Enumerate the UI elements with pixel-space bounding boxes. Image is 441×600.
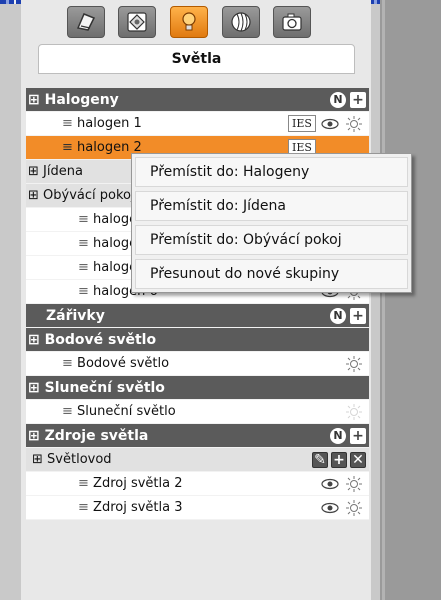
drag-handle-icon[interactable]: ≡	[78, 500, 89, 515]
delete-icon[interactable]: ✕	[350, 452, 366, 468]
new-icon[interactable]: N	[330, 428, 346, 444]
group-row-bodove[interactable]: ⊞ Bodové světlo	[26, 328, 369, 352]
material-icon	[76, 13, 96, 31]
sun-icon[interactable]	[346, 500, 362, 516]
group-row-slunecni[interactable]: ⊞ Sluneční světlo	[26, 376, 369, 400]
menu-item-move-jidena[interactable]: Přemístit do: Jídena	[135, 191, 408, 221]
light-label: Bodové světlo	[77, 356, 170, 371]
light-bulb-icon	[182, 12, 196, 31]
right-background	[380, 0, 441, 600]
group-label: Halogeny	[44, 92, 119, 108]
object-icon	[127, 12, 147, 32]
expand-icon[interactable]: ⊞	[28, 428, 40, 444]
subgroup-row-svetlovod[interactable]: ⊞ Světlovod ✎ + ✕	[26, 448, 369, 472]
light-label: Zdroj světla 2	[93, 476, 183, 491]
light-row[interactable]: ≡ Zdroj světla 2	[26, 472, 369, 496]
group-label: Jídena	[43, 164, 83, 179]
panel-title: Světla	[38, 44, 355, 74]
expand-icon[interactable]: ⊞	[28, 164, 39, 179]
drag-handle-icon[interactable]: ≡	[62, 116, 73, 131]
expand-icon[interactable]: ⊞	[28, 332, 40, 348]
drag-handle-icon[interactable]: ≡	[78, 212, 89, 227]
light-row[interactable]: ≡ halogen 1 IES	[26, 112, 369, 136]
menu-item-new-group[interactable]: Přesunout do nové skupiny	[135, 259, 408, 289]
right-divider	[382, 0, 385, 600]
drag-handle-icon[interactable]: ≡	[78, 476, 89, 491]
new-icon[interactable]: N	[330, 92, 346, 108]
eye-icon[interactable]	[321, 478, 339, 490]
camera-icon	[282, 13, 302, 31]
group-label: Sluneční světlo	[44, 380, 165, 396]
drag-handle-icon[interactable]: ≡	[78, 260, 89, 275]
add-icon[interactable]: +	[350, 308, 366, 324]
group-label: Zářivky	[46, 308, 105, 324]
sun-icon[interactable]	[346, 116, 362, 132]
add-icon[interactable]: +	[350, 428, 366, 444]
sun-icon[interactable]	[346, 356, 362, 372]
light-row[interactable]: ≡ Bodové světlo	[26, 352, 369, 376]
texture-tool-button[interactable]	[222, 6, 260, 38]
group-row-zarivky[interactable]: Zářivky N +	[26, 304, 369, 328]
light-row[interactable]: ≡ Zdroj světla 3	[26, 496, 369, 520]
group-label: Bodové světlo	[44, 332, 157, 348]
menu-item-move-obyvaci[interactable]: Přemístit do: Obývácí pokoj	[135, 225, 408, 255]
light-label: Sluneční světlo	[77, 404, 176, 419]
menu-item-move-halogeny[interactable]: Přemístit do: Halogeny	[135, 157, 408, 187]
light-label: Zdroj světla 3	[93, 500, 183, 515]
drag-handle-icon[interactable]: ≡	[62, 140, 73, 155]
drag-handle-icon[interactable]: ≡	[62, 404, 73, 419]
group-row-halogeny[interactable]: ⊞ Halogeny N +	[26, 88, 369, 112]
expand-icon[interactable]: ⊞	[28, 92, 40, 108]
sun-icon[interactable]	[346, 476, 362, 492]
drag-handle-icon[interactable]: ≡	[78, 284, 89, 299]
add-icon[interactable]: +	[331, 452, 347, 468]
lights-tool-button[interactable]	[170, 6, 208, 38]
new-icon[interactable]: N	[330, 308, 346, 324]
camera-tool-button[interactable]	[273, 6, 311, 38]
lights-panel: Světla ⊞ Halogeny N + ≡ halogen 1 IES ≡ …	[21, 0, 371, 600]
drag-handle-icon[interactable]: ≡	[78, 236, 89, 251]
toolbar	[25, 0, 371, 46]
expand-icon[interactable]: ⊞	[28, 380, 40, 396]
drag-handle-icon[interactable]: ≡	[62, 356, 73, 371]
light-label: halogen 1	[77, 116, 142, 131]
sun-icon[interactable]	[346, 404, 362, 420]
eye-icon[interactable]	[321, 118, 339, 130]
light-row[interactable]: ≡ Sluneční světlo	[26, 400, 369, 424]
group-label: Obývácí pokoj	[43, 188, 135, 203]
object-tool-button[interactable]	[118, 6, 156, 38]
add-icon[interactable]: +	[350, 92, 366, 108]
context-menu: Přemístit do: Halogeny Přemístit do: Jíd…	[131, 153, 412, 293]
material-tool-button[interactable]	[67, 6, 105, 38]
ies-badge[interactable]: IES	[288, 115, 316, 132]
texture-icon	[231, 12, 251, 32]
expand-icon[interactable]: ⊞	[28, 188, 39, 203]
eye-icon[interactable]	[321, 502, 339, 514]
group-label: Světlovod	[47, 452, 112, 467]
expand-icon[interactable]: ⊞	[32, 452, 43, 467]
group-row-zdroje[interactable]: ⊞ Zdroje světla N +	[26, 424, 369, 448]
edit-icon[interactable]: ✎	[312, 452, 328, 468]
group-label: Zdroje světla	[44, 428, 149, 444]
